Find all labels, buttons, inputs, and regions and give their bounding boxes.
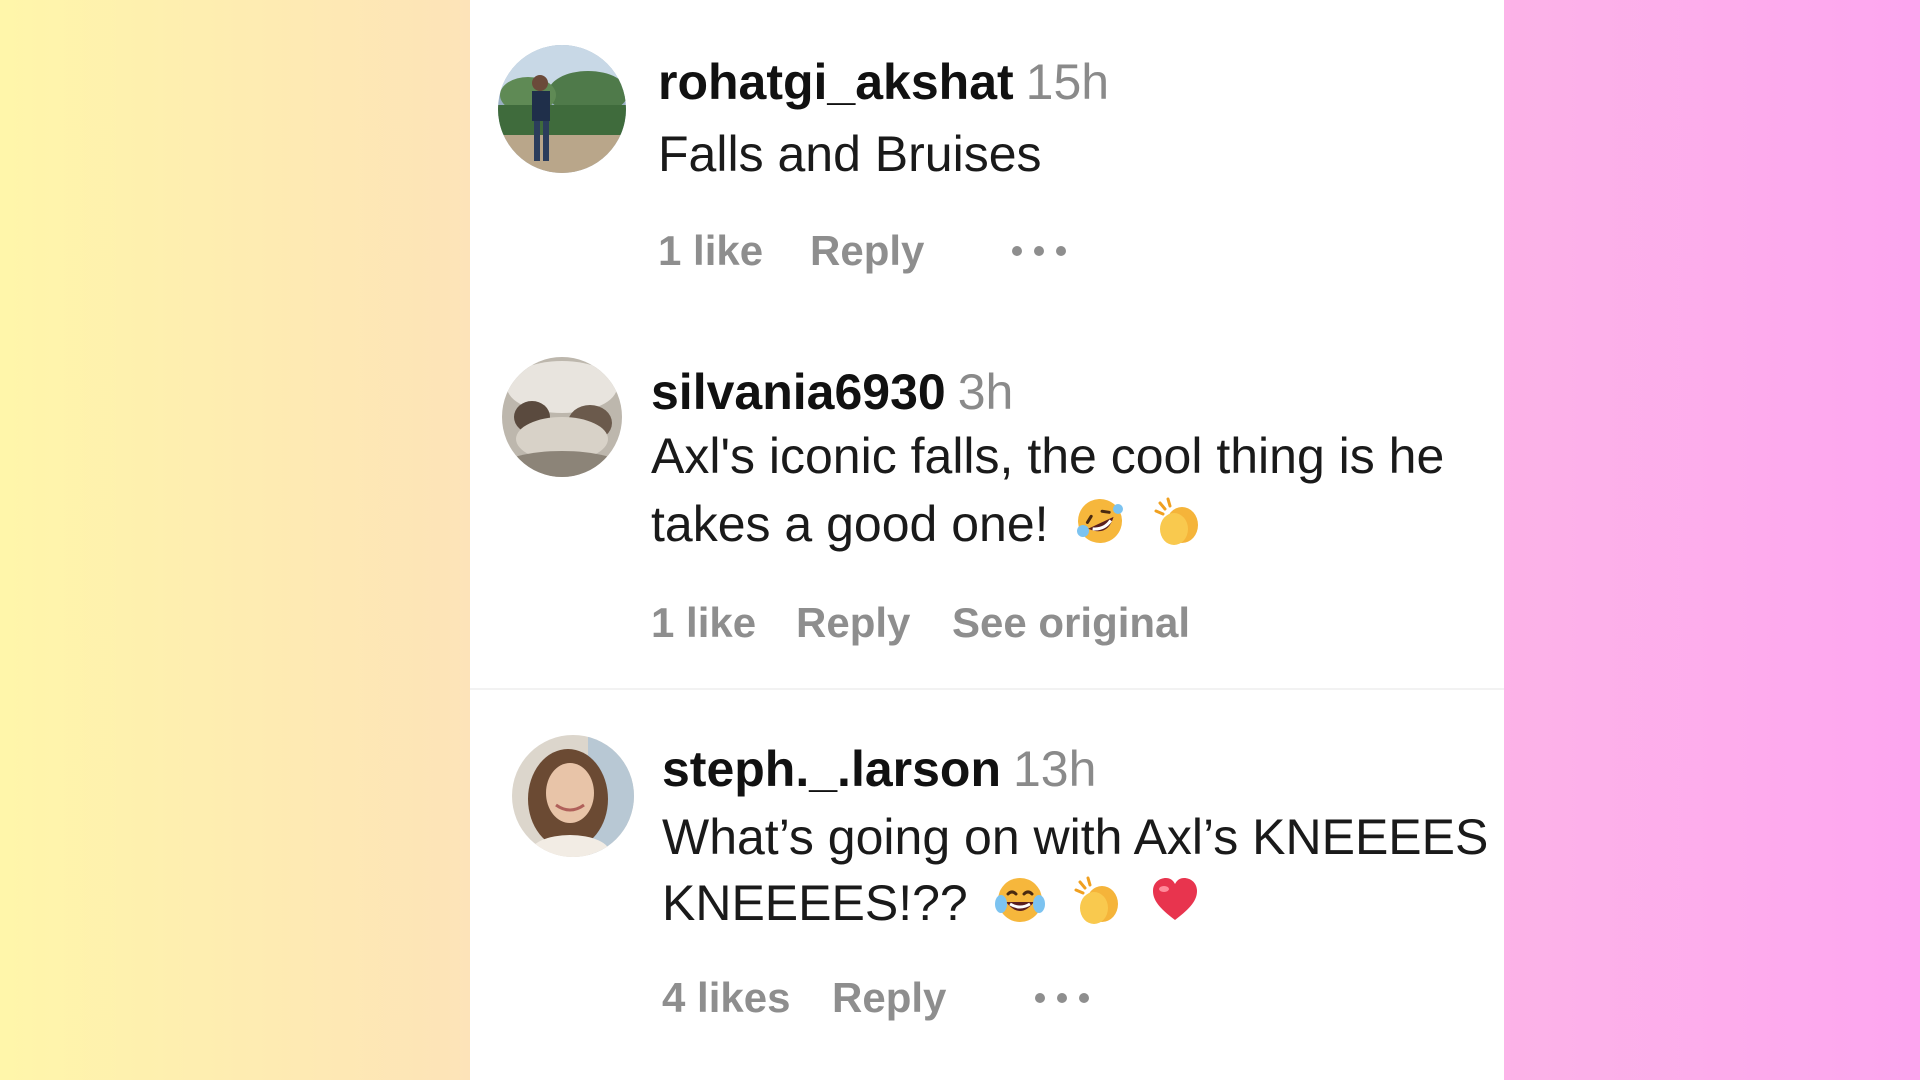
comment-item: steph._.larson 13h What’s going on with A… bbox=[470, 690, 1504, 1080]
comment-text-line: Falls and Bruises bbox=[658, 126, 1042, 182]
comment-header: silvania6930 3h bbox=[651, 362, 1013, 422]
username[interactable]: steph._.larson bbox=[662, 741, 1001, 797]
rolling-on-floor-laughing-emoji bbox=[1074, 495, 1126, 564]
comment-text-line: takes a good one! bbox=[651, 496, 1049, 552]
clapping-hands-emoji bbox=[1072, 874, 1124, 942]
red-heart-emoji bbox=[1149, 874, 1201, 942]
username[interactable]: rohatgi_akshat bbox=[658, 54, 1014, 110]
comments-panel: rohatgi_akshat 15h Falls and Bruises 1 li… bbox=[470, 0, 1504, 1080]
comment-text-line: Axl's iconic falls, the cool thing is he bbox=[651, 428, 1445, 484]
clapping-hands-emoji bbox=[1152, 495, 1204, 564]
comment-text-line: KNEEEES!?? bbox=[662, 875, 968, 931]
timestamp[interactable]: 3h bbox=[958, 364, 1014, 420]
avatar[interactable] bbox=[502, 357, 622, 477]
avatar[interactable] bbox=[498, 45, 626, 173]
comment-text: What’s going on with Axl’s KNEEEES KNEEE… bbox=[662, 804, 1488, 942]
comment-text-line-row: KNEEEES!?? bbox=[662, 870, 1488, 942]
likes-count[interactable]: 1 like bbox=[658, 226, 763, 276]
likes-count[interactable]: 1 like bbox=[651, 598, 756, 648]
username[interactable]: silvania6930 bbox=[651, 364, 946, 420]
comment-item: silvania6930 3h Axl's iconic falls, the c… bbox=[470, 300, 1504, 688]
more-options-icon[interactable] bbox=[1035, 973, 1101, 1023]
tears-of-joy-emoji bbox=[994, 874, 1046, 942]
likes-count[interactable]: 4 likes bbox=[662, 973, 790, 1023]
avatar[interactable] bbox=[512, 735, 634, 857]
comment-header: steph._.larson 13h bbox=[662, 739, 1096, 799]
reply-button[interactable]: Reply bbox=[810, 226, 924, 276]
comment-item: rohatgi_akshat 15h Falls and Bruises 1 li… bbox=[470, 0, 1504, 300]
comment-text-line: What’s going on with Axl’s KNEEEES bbox=[662, 809, 1489, 865]
comment-text: Axl's iconic falls, the cool thing is he… bbox=[651, 422, 1444, 564]
reply-button[interactable]: Reply bbox=[796, 598, 910, 648]
more-options-icon[interactable] bbox=[1012, 226, 1078, 276]
comment-header: rohatgi_akshat 15h bbox=[658, 52, 1109, 112]
timestamp[interactable]: 15h bbox=[1026, 54, 1109, 110]
see-original-button[interactable]: See original bbox=[952, 598, 1190, 648]
timestamp[interactable]: 13h bbox=[1013, 741, 1096, 797]
reply-button[interactable]: Reply bbox=[832, 973, 946, 1023]
comment-text-line-row: takes a good one! bbox=[651, 490, 1444, 564]
comment-text: Falls and Bruises bbox=[658, 120, 1042, 188]
